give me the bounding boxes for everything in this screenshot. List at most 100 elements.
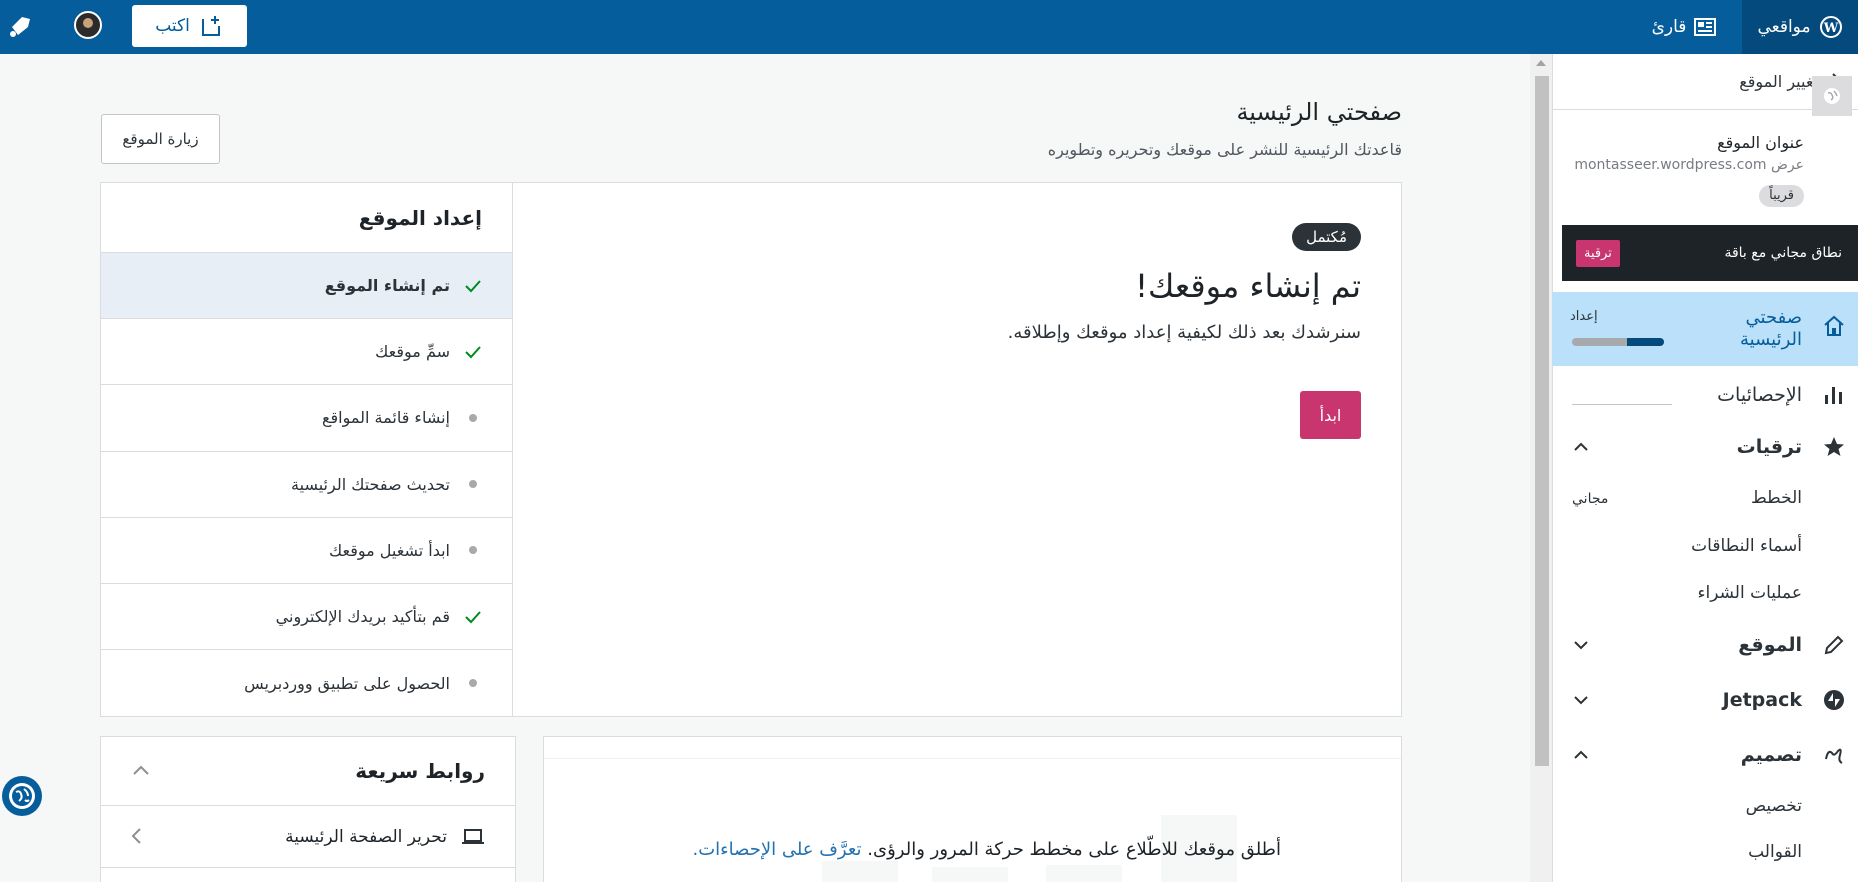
new-post-icon xyxy=(201,16,220,36)
sidebar-item-site-label: الموقع xyxy=(1738,634,1802,656)
stats-card: أطلق موقعك للاطّلاع على مخطط حركة المرور… xyxy=(543,736,1402,882)
sidebar-item-site[interactable]: الموقع xyxy=(1552,630,1858,660)
my-sites-button[interactable]: W مواقعي xyxy=(1742,0,1858,54)
sidebar-item-jetpack[interactable]: Jetpack xyxy=(1552,685,1858,715)
stats-message: أطلق موقعك للاطّلاع على مخطط حركة المرور… xyxy=(693,839,1282,860)
avatar[interactable] xyxy=(74,11,102,39)
home-setup-label: إعداد xyxy=(1570,309,1598,324)
sidebar-item-jetpack-label: Jetpack xyxy=(1722,689,1802,711)
reader-label: قارئ xyxy=(1651,17,1687,37)
site-setup-card: إعداد الموقع تم إنشاء الموقع سمِّ موقعك إن… xyxy=(100,182,1402,717)
pending-dot-icon xyxy=(464,541,482,559)
setup-task[interactable]: تحديث صفحتك الرئيسية xyxy=(101,452,512,518)
sidebar-item-domains[interactable]: أسماء النطاقات xyxy=(1691,536,1802,556)
notifications-icon[interactable] xyxy=(8,13,34,39)
stats-learn-link[interactable]: تعرَّف على الإحصاءات. xyxy=(693,839,862,860)
setup-task[interactable]: إنشاء قائمة المواقع xyxy=(101,385,512,452)
setup-task-label: سمِّ موقعك xyxy=(375,342,450,362)
sidebar-item-purchases[interactable]: عمليات الشراء xyxy=(1698,583,1802,603)
setup-task-label: إنشاء قائمة المواقع xyxy=(322,408,450,428)
reader-icon xyxy=(1694,18,1717,36)
chevron-down-icon[interactable] xyxy=(1572,691,1590,709)
checkmark-icon xyxy=(464,608,482,626)
setup-task[interactable]: تم إنشاء الموقع xyxy=(101,253,512,320)
setup-task-detail: مُكتمل تم إنشاء موقعك! سنرشدك بعد ذلك لك… xyxy=(513,183,1401,716)
reader-button[interactable]: قارئ xyxy=(1626,0,1742,54)
site-title[interactable]: عنوان الموقع xyxy=(1717,133,1804,152)
sidebar-item-upgrades[interactable]: ترقيات xyxy=(1552,432,1858,462)
setup-task[interactable]: الحصول على تطبيق ووردبريس xyxy=(101,650,512,716)
help-button[interactable] xyxy=(2,776,42,816)
setup-progress-fill xyxy=(1627,338,1664,346)
sidebar-item-customize[interactable]: تخصيص xyxy=(1746,796,1802,816)
sidebar-item-stats[interactable]: الإحصائيات xyxy=(1552,380,1858,410)
site-icon[interactable] xyxy=(1812,76,1852,116)
home-icon xyxy=(1824,315,1844,336)
setup-task[interactable]: ابدأ تشغيل موقعك xyxy=(101,518,512,584)
sidebar-item-design[interactable]: تصميم xyxy=(1552,740,1858,770)
sidebar-item-themes[interactable]: القوالب xyxy=(1748,842,1802,862)
sidebar-item-home-label: صفحتي الرئيسية xyxy=(1740,307,1802,350)
task-title: تم إنشاء موقعك! xyxy=(1135,267,1361,305)
ghost-bar xyxy=(932,867,1008,882)
write-button[interactable]: اكتب xyxy=(132,5,247,47)
quick-links-card: روابط سريعة تحرير الصفحة الرئيسية xyxy=(100,736,516,882)
setup-list-title: إعداد الموقع xyxy=(101,183,512,253)
ghost-bar xyxy=(1046,865,1122,882)
scrollbar[interactable] xyxy=(1530,54,1552,882)
start-button[interactable]: ابدأ xyxy=(1300,391,1361,439)
ghost-bar xyxy=(822,861,898,882)
sidebar-item-plans[interactable]: الخطط xyxy=(1751,488,1802,508)
page-title: صفحتي الرئيسية xyxy=(1236,98,1402,126)
pencil-icon xyxy=(1824,635,1844,655)
globe-icon xyxy=(1824,88,1840,104)
visit-site-button[interactable]: زيارة الموقع xyxy=(101,114,220,164)
site-url[interactable]: montasseer.wordpress.com عرض xyxy=(1574,157,1804,173)
quick-links-header[interactable]: روابط سريعة xyxy=(101,737,515,806)
jetpack-icon xyxy=(1824,690,1844,710)
wordpress-icon: W xyxy=(1819,16,1842,38)
chevron-up-icon[interactable] xyxy=(1572,438,1590,456)
setup-task-label: قم بتأكيد بريدك الإلكتروني xyxy=(275,607,450,627)
write-label: اكتب xyxy=(155,16,190,36)
setup-task-label: تحديث صفحتك الرئيسية xyxy=(291,474,450,494)
upgrade-button[interactable]: ترقية xyxy=(1576,239,1620,267)
scroll-up-arrow-icon[interactable] xyxy=(1536,60,1546,66)
switch-site-label: تغيير الموقع xyxy=(1739,72,1818,91)
complete-badge: مُكتمل xyxy=(1292,223,1361,251)
setup-task-list: إعداد الموقع تم إنشاء الموقع سمِّ موقعك إن… xyxy=(101,183,513,716)
setup-task-label: ابدأ تشغيل موقعك xyxy=(329,540,450,560)
chevron-left-icon xyxy=(131,828,141,844)
pending-dot-icon xyxy=(464,409,482,427)
plan-badge: مجاني xyxy=(1572,491,1609,507)
setup-task[interactable]: قم بتأكيد بريدك الإلكتروني xyxy=(101,584,512,651)
upsell-text: نطاق مجاني مع باقة xyxy=(1724,245,1842,261)
my-sites-label: مواقعي xyxy=(1757,17,1811,37)
scroll-thumb[interactable] xyxy=(1535,76,1549,766)
design-icon xyxy=(1825,748,1843,764)
sidebar-item-design-label: تصميم xyxy=(1740,744,1802,766)
page-subtitle: قاعدتك الرئيسية للنشر على موقعك وتحريره … xyxy=(1047,140,1402,159)
globe-icon xyxy=(9,783,35,809)
svg-text:W: W xyxy=(1822,21,1838,36)
setup-task[interactable]: سمِّ موقعك xyxy=(101,319,512,386)
checkmark-icon xyxy=(464,277,482,295)
setup-progress-bar xyxy=(1572,338,1664,346)
quick-link-edit-homepage[interactable]: تحرير الصفحة الرئيسية xyxy=(101,806,515,868)
task-description: سنرشدك بعد ذلك لكيفية إعداد موقعك وإطلاق… xyxy=(1007,322,1361,343)
pending-dot-icon xyxy=(464,674,482,692)
sidebar-item-upgrades-label: ترقيات xyxy=(1736,436,1802,458)
sidebar-item-stats-label: الإحصائيات xyxy=(1717,384,1802,406)
edit-homepage-label: تحرير الصفحة الرئيسية xyxy=(285,826,447,847)
setup-task-label: الحصول على تطبيق ووردبريس xyxy=(244,673,450,693)
chevron-up-icon[interactable] xyxy=(1572,746,1590,764)
laptop-icon xyxy=(462,828,484,844)
domain-upsell-banner[interactable]: نطاق مجاني مع باقة ترقية xyxy=(1562,225,1858,281)
stats-icon xyxy=(1825,387,1842,404)
quick-links-title: روابط سريعة xyxy=(355,759,485,783)
pending-dot-icon xyxy=(464,475,482,493)
chevron-up-icon[interactable] xyxy=(131,761,151,781)
checkmark-icon xyxy=(464,343,482,361)
chevron-down-icon[interactable] xyxy=(1572,636,1590,654)
stats-message-text: أطلق موقعك للاطّلاع على مخطط حركة المرور… xyxy=(867,839,1281,860)
